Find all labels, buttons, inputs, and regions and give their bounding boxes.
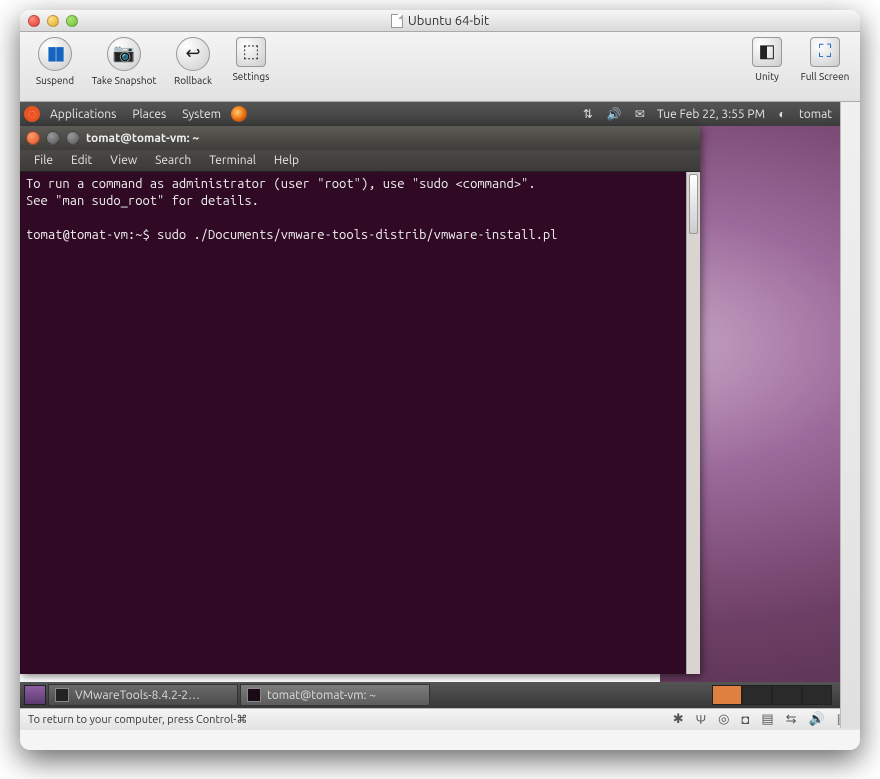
settings-icon: ⬚ — [236, 37, 266, 67]
terminal-line: To run a command as administrator (user … — [26, 177, 536, 191]
scrollbar-thumb[interactable] — [689, 174, 698, 234]
fullscreen-icon: ⛶ — [810, 37, 840, 67]
traffic-lights — [28, 15, 78, 27]
window-title-text: Ubuntu 64-bit — [408, 14, 489, 28]
terminal-menubar: File Edit View Search Terminal Help — [20, 150, 700, 172]
toolbar-label: Rollback — [174, 75, 212, 86]
rollback-button[interactable]: ↩ Rollback — [164, 37, 222, 97]
terminal-close-button[interactable] — [26, 131, 40, 145]
network-icon[interactable]: ⇅ — [579, 107, 597, 121]
suspend-button[interactable]: ▮▮ Suspend — [26, 37, 84, 97]
sound-status-icon[interactable]: 🔊 — [806, 712, 828, 727]
task-label: VMwareTools-8.4.2-2… — [75, 689, 200, 702]
unity-button[interactable]: ◧ Unity — [738, 37, 796, 97]
gnome-status-area: ⇅ 🔊 ✉ Tue Feb 22, 3:55 PM ◐ tomat — [579, 106, 856, 122]
clock[interactable]: Tue Feb 22, 3:55 PM — [657, 108, 765, 121]
applications-menu[interactable]: Applications — [44, 108, 122, 121]
taskbar-item-terminal[interactable]: tomat@tomat-vm: ~ — [240, 684, 430, 706]
take-snapshot-button[interactable]: 📷 Take Snapshot — [84, 37, 164, 97]
vm-doc-icon — [391, 14, 403, 28]
close-window-button[interactable] — [28, 15, 40, 27]
terminal-scrollbar[interactable] — [686, 172, 700, 674]
terminal-menu-edit[interactable]: Edit — [63, 154, 100, 167]
toolbar-label: Suspend — [36, 75, 74, 86]
volume-icon[interactable]: 🔊 — [605, 107, 623, 121]
bluetooth-icon[interactable]: ✱ — [670, 712, 687, 727]
floppy-icon[interactable]: ◘ — [738, 712, 752, 727]
vmware-fusion-window: Ubuntu 64-bit ▮▮ Suspend 📷 Take Snapshot… — [20, 10, 860, 750]
rollback-icon: ↩ — [176, 37, 210, 71]
terminal-menu-terminal[interactable]: Terminal — [201, 154, 264, 167]
task-label: tomat@tomat-vm: ~ — [267, 689, 376, 702]
folder-icon — [55, 688, 69, 702]
terminal-body[interactable]: To run a command as administrator (user … — [20, 172, 700, 674]
settings-button[interactable]: ⬚ Settings — [222, 37, 280, 97]
terminal-minimize-button[interactable] — [46, 131, 60, 145]
user-icon[interactable]: ◐ — [773, 107, 791, 121]
terminal-titlebar[interactable]: tomat@tomat-vm: ~ — [20, 126, 700, 150]
gnome-bottom-panel: VMwareTools-8.4.2-2… tomat@tomat-vm: ~ 🗑 — [20, 682, 860, 708]
terminal-window[interactable]: tomat@tomat-vm: ~ File Edit View Search … — [20, 126, 700, 674]
mail-icon[interactable]: ✉ — [631, 107, 649, 121]
terminal-menu-view[interactable]: View — [102, 154, 145, 167]
minimize-window-button[interactable] — [47, 15, 59, 27]
terminal-prompt: tomat@tomat-vm:~$ — [26, 228, 157, 242]
show-desktop-button[interactable] — [24, 685, 46, 705]
hdd-icon[interactable]: ▤ — [758, 712, 776, 727]
workspace-3[interactable] — [772, 685, 802, 705]
toolbar-label: Settings — [233, 71, 270, 82]
gnome-top-panel: ◌ Applications Places System ⇅ 🔊 ✉ Tue F… — [20, 102, 860, 126]
workspace-4[interactable] — [802, 685, 832, 705]
network-status-icon[interactable]: ⇆ — [783, 712, 800, 727]
mac-titlebar: Ubuntu 64-bit — [20, 10, 860, 32]
zoom-window-button[interactable] — [66, 15, 78, 27]
firefox-icon[interactable] — [231, 106, 247, 122]
cdrom-icon[interactable]: ◎ — [715, 712, 732, 727]
ubuntu-logo-icon[interactable]: ◌ — [24, 106, 40, 122]
toolbar-label: Full Screen — [801, 71, 850, 82]
terminal-menu-file[interactable]: File — [26, 154, 61, 167]
pause-icon: ▮▮ — [38, 37, 72, 71]
taskbar-item-nautilus[interactable]: VMwareTools-8.4.2-2… — [48, 684, 238, 706]
terminal-title-text: tomat@tomat-vm: ~ — [86, 132, 199, 145]
terminal-maximize-button[interactable] — [66, 131, 80, 145]
host-scroll-edge — [840, 102, 860, 728]
terminal-icon — [247, 688, 261, 702]
statusbar-hint: To return to your computer, press Contro… — [28, 713, 247, 726]
workspace-2[interactable] — [742, 685, 772, 705]
terminal-command: sudo ./Documents/vmware-tools-distrib/vm… — [157, 228, 557, 242]
usb-icon[interactable]: Ψ — [693, 713, 710, 727]
workspace-switcher — [712, 685, 832, 705]
toolbar-label: Unity — [755, 71, 779, 82]
unity-icon: ◧ — [752, 37, 782, 67]
system-menu[interactable]: System — [176, 108, 227, 121]
workspace-1[interactable] — [712, 685, 742, 705]
terminal-menu-search[interactable]: Search — [147, 154, 199, 167]
fullscreen-button[interactable]: ⛶ Full Screen — [796, 37, 854, 97]
places-menu[interactable]: Places — [126, 108, 172, 121]
terminal-line: See "man sudo_root" for details. — [26, 194, 259, 208]
snapshot-icon: 📷 — [107, 37, 141, 71]
username-label[interactable]: tomat — [799, 108, 832, 121]
vmware-toolbar: ▮▮ Suspend 📷 Take Snapshot ↩ Rollback ⬚ … — [20, 32, 860, 102]
window-title: Ubuntu 64-bit — [20, 10, 860, 31]
vmware-statusbar: To return to your computer, press Contro… — [20, 708, 860, 730]
toolbar-label: Take Snapshot — [92, 75, 157, 86]
terminal-menu-help[interactable]: Help — [266, 154, 307, 167]
ubuntu-desktop[interactable]: ◌ Applications Places System ⇅ 🔊 ✉ Tue F… — [20, 102, 860, 708]
